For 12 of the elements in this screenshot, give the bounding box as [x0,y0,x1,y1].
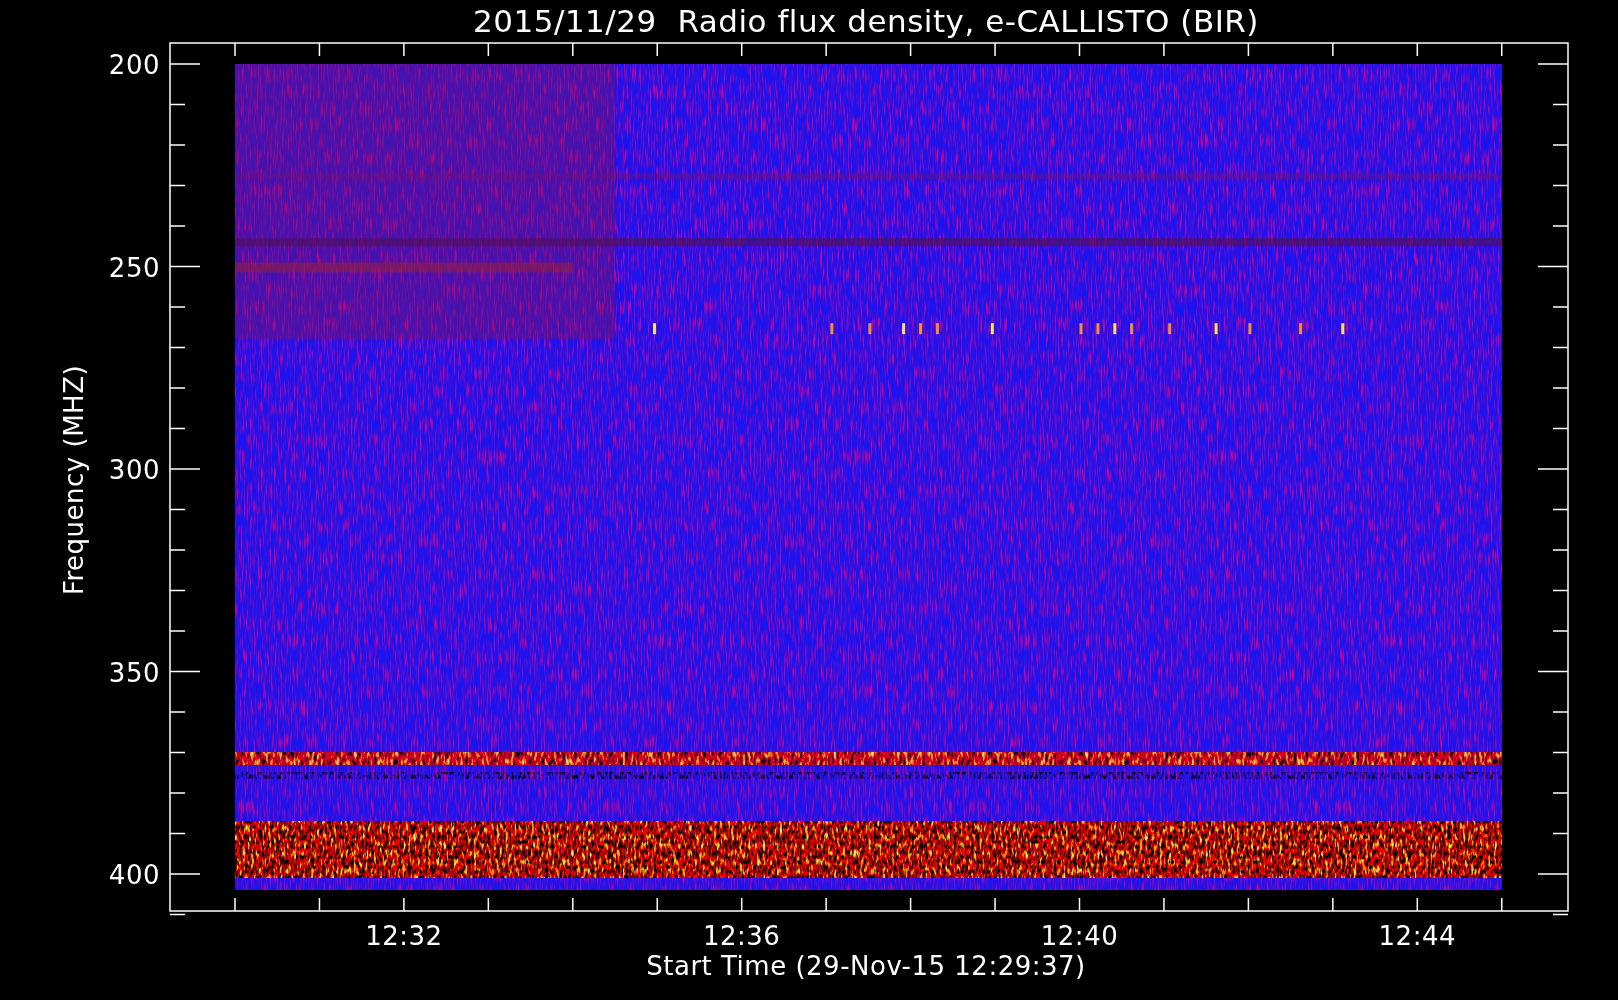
axis-tick-label: 12:32 [365,921,443,951]
axis-tick-label: 12:44 [1378,921,1456,951]
axis-tick-label: 200 [108,50,160,80]
axis-title: Start Time (29-Nov-15 12:29:37) [646,951,1086,981]
axis-tick-label: 300 [108,455,160,485]
axis-tick-label: 250 [108,252,160,283]
axis-tick-label: 400 [108,860,160,890]
chart-title: 2015/11/29 Radio flux density, e-CALLISTO (BIR) [473,3,1259,39]
axis-title: Frequency (MHZ) [59,364,89,596]
axis-tick-label: 350 [108,657,160,688]
axis-tick-label: 12:36 [703,921,781,951]
axis-tick-label: 12:40 [1040,921,1119,951]
